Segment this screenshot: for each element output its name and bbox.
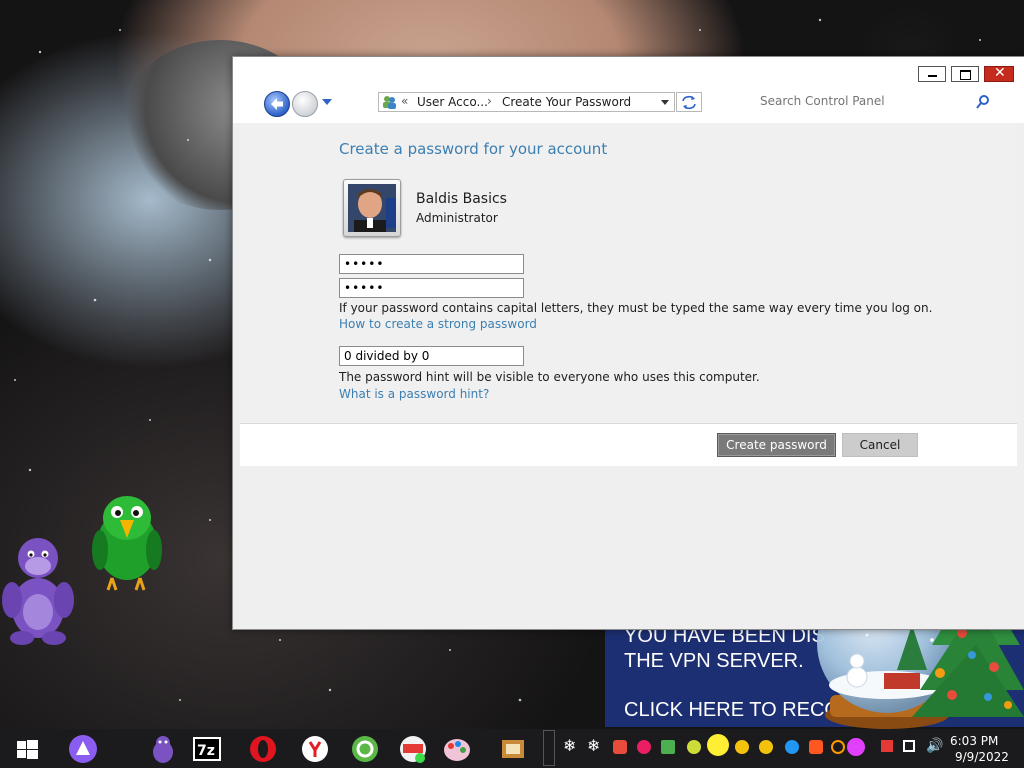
maximize-icon — [960, 70, 971, 80]
close-icon: ✕ — [994, 65, 1006, 81]
taskbar-overflow-handle[interactable] — [543, 730, 555, 766]
volume-icon[interactable]: 🔊 — [926, 738, 943, 754]
account-role: Administrator — [416, 211, 498, 225]
password-hint-field[interactable] — [339, 346, 524, 366]
tray-app-icon-4[interactable] — [687, 740, 701, 754]
tray-app-icon-3[interactable] — [661, 740, 675, 754]
windows-start-icon[interactable] — [12, 734, 42, 764]
confirm-password-field[interactable] — [339, 278, 524, 298]
minimize-icon — [928, 75, 937, 77]
snowflake-icon[interactable]: ❄ — [563, 736, 576, 755]
breadcrumb-create-password[interactable]: Create Your Password — [502, 95, 631, 109]
back-arrow-icon — [271, 98, 283, 110]
content-area: Create a password for your account Baldi… — [240, 123, 1017, 423]
vpn-banner-line2: THE VPN SERVER. — [624, 650, 804, 672]
breadcrumb-overflow[interactable]: « — [401, 94, 408, 108]
back-button[interactable] — [264, 91, 290, 117]
create-password-window: ✕ « User Acco... › Create Your Password — [232, 56, 1024, 630]
refresh-icon — [682, 95, 696, 110]
tray-flag-icon[interactable] — [881, 740, 893, 752]
tray-search-icon[interactable] — [831, 740, 845, 754]
minimize-button[interactable] — [918, 66, 946, 82]
refresh-button[interactable] — [676, 92, 702, 112]
system-tray-icons: ❄ ❄ — [563, 734, 921, 760]
tray-app-icon-5[interactable] — [707, 734, 729, 756]
alice-assistant-icon[interactable] — [68, 734, 98, 764]
strong-password-help-link[interactable]: How to create a strong password — [339, 317, 537, 331]
close-button[interactable]: ✕ — [984, 65, 1014, 82]
avatar-photo — [348, 184, 396, 232]
tray-app-icon-6[interactable] — [735, 740, 749, 754]
opera-icon[interactable] — [248, 734, 278, 764]
archive-tool-icon[interactable] — [498, 734, 528, 764]
bonzibuddy-icon[interactable] — [148, 734, 178, 764]
breadcrumb-user-accounts[interactable]: User Acco... — [417, 95, 488, 109]
search-input[interactable] — [760, 94, 960, 108]
ccleaner-icon[interactable] — [350, 734, 380, 764]
breadcrumb-arrow[interactable]: › — [487, 94, 492, 108]
button-strip: Create password Cancel — [240, 423, 1017, 467]
password-hint-note: The password hint will be visible to eve… — [339, 370, 760, 384]
forward-button[interactable] — [292, 91, 318, 117]
page-title: Create a password for your account — [339, 140, 608, 158]
tray-app-icon[interactable] — [613, 740, 627, 754]
maximize-button[interactable] — [951, 66, 979, 82]
taskbar: 7z ❄ ❄ 🔊 6:03 PM 9/9/2022 — [0, 729, 1024, 768]
search-icon[interactable] — [975, 94, 991, 110]
bonzibuddy-gorilla-pet[interactable] — [0, 530, 80, 648]
paint-icon[interactable] — [442, 734, 472, 764]
user-photo-icon — [348, 184, 396, 232]
create-password-button[interactable]: Create password — [717, 433, 836, 457]
new-password-field[interactable] — [339, 254, 524, 274]
empty-panel — [240, 466, 1017, 624]
tray-app-icon-9[interactable] — [809, 740, 823, 754]
account-avatar — [343, 179, 401, 237]
yandex-browser-icon[interactable] — [300, 734, 330, 764]
network-icon[interactable] — [903, 740, 915, 752]
account-name: Baldis Basics — [416, 191, 507, 207]
svg-text:7z: 7z — [197, 743, 215, 759]
capital-letters-note: If your password contains capital letter… — [339, 301, 933, 315]
green-parrot-pet[interactable] — [92, 490, 162, 595]
clock-date[interactable]: 9/9/2022 — [955, 750, 1009, 764]
clock-time[interactable]: 6:03 PM — [950, 734, 998, 748]
tray-app-icon-7[interactable] — [759, 740, 773, 754]
fast-video-icon[interactable] — [398, 734, 428, 764]
search-box[interactable] — [753, 92, 993, 112]
user-accounts-icon — [383, 96, 396, 109]
address-dropdown-icon[interactable] — [661, 100, 669, 105]
recent-pages-dropdown-icon[interactable] — [322, 99, 332, 105]
7zip-icon[interactable]: 7z — [192, 734, 222, 764]
cancel-button[interactable]: Cancel — [842, 433, 918, 457]
tray-app-icon-8[interactable] — [785, 740, 799, 754]
window-titlebar[interactable]: ✕ — [233, 57, 1024, 89]
password-hint-help-link[interactable]: What is a password hint? — [339, 387, 489, 401]
tray-app-icon-2[interactable] — [637, 740, 651, 754]
tray-app-icon-10[interactable] — [847, 738, 865, 756]
address-bar[interactable]: « User Acco... › Create Your Password — [378, 92, 675, 112]
snowflake-icon-2[interactable]: ❄ — [587, 736, 600, 755]
vpn-banner-reconnect-link[interactable]: CLICK HERE TO RECO — [624, 698, 840, 723]
